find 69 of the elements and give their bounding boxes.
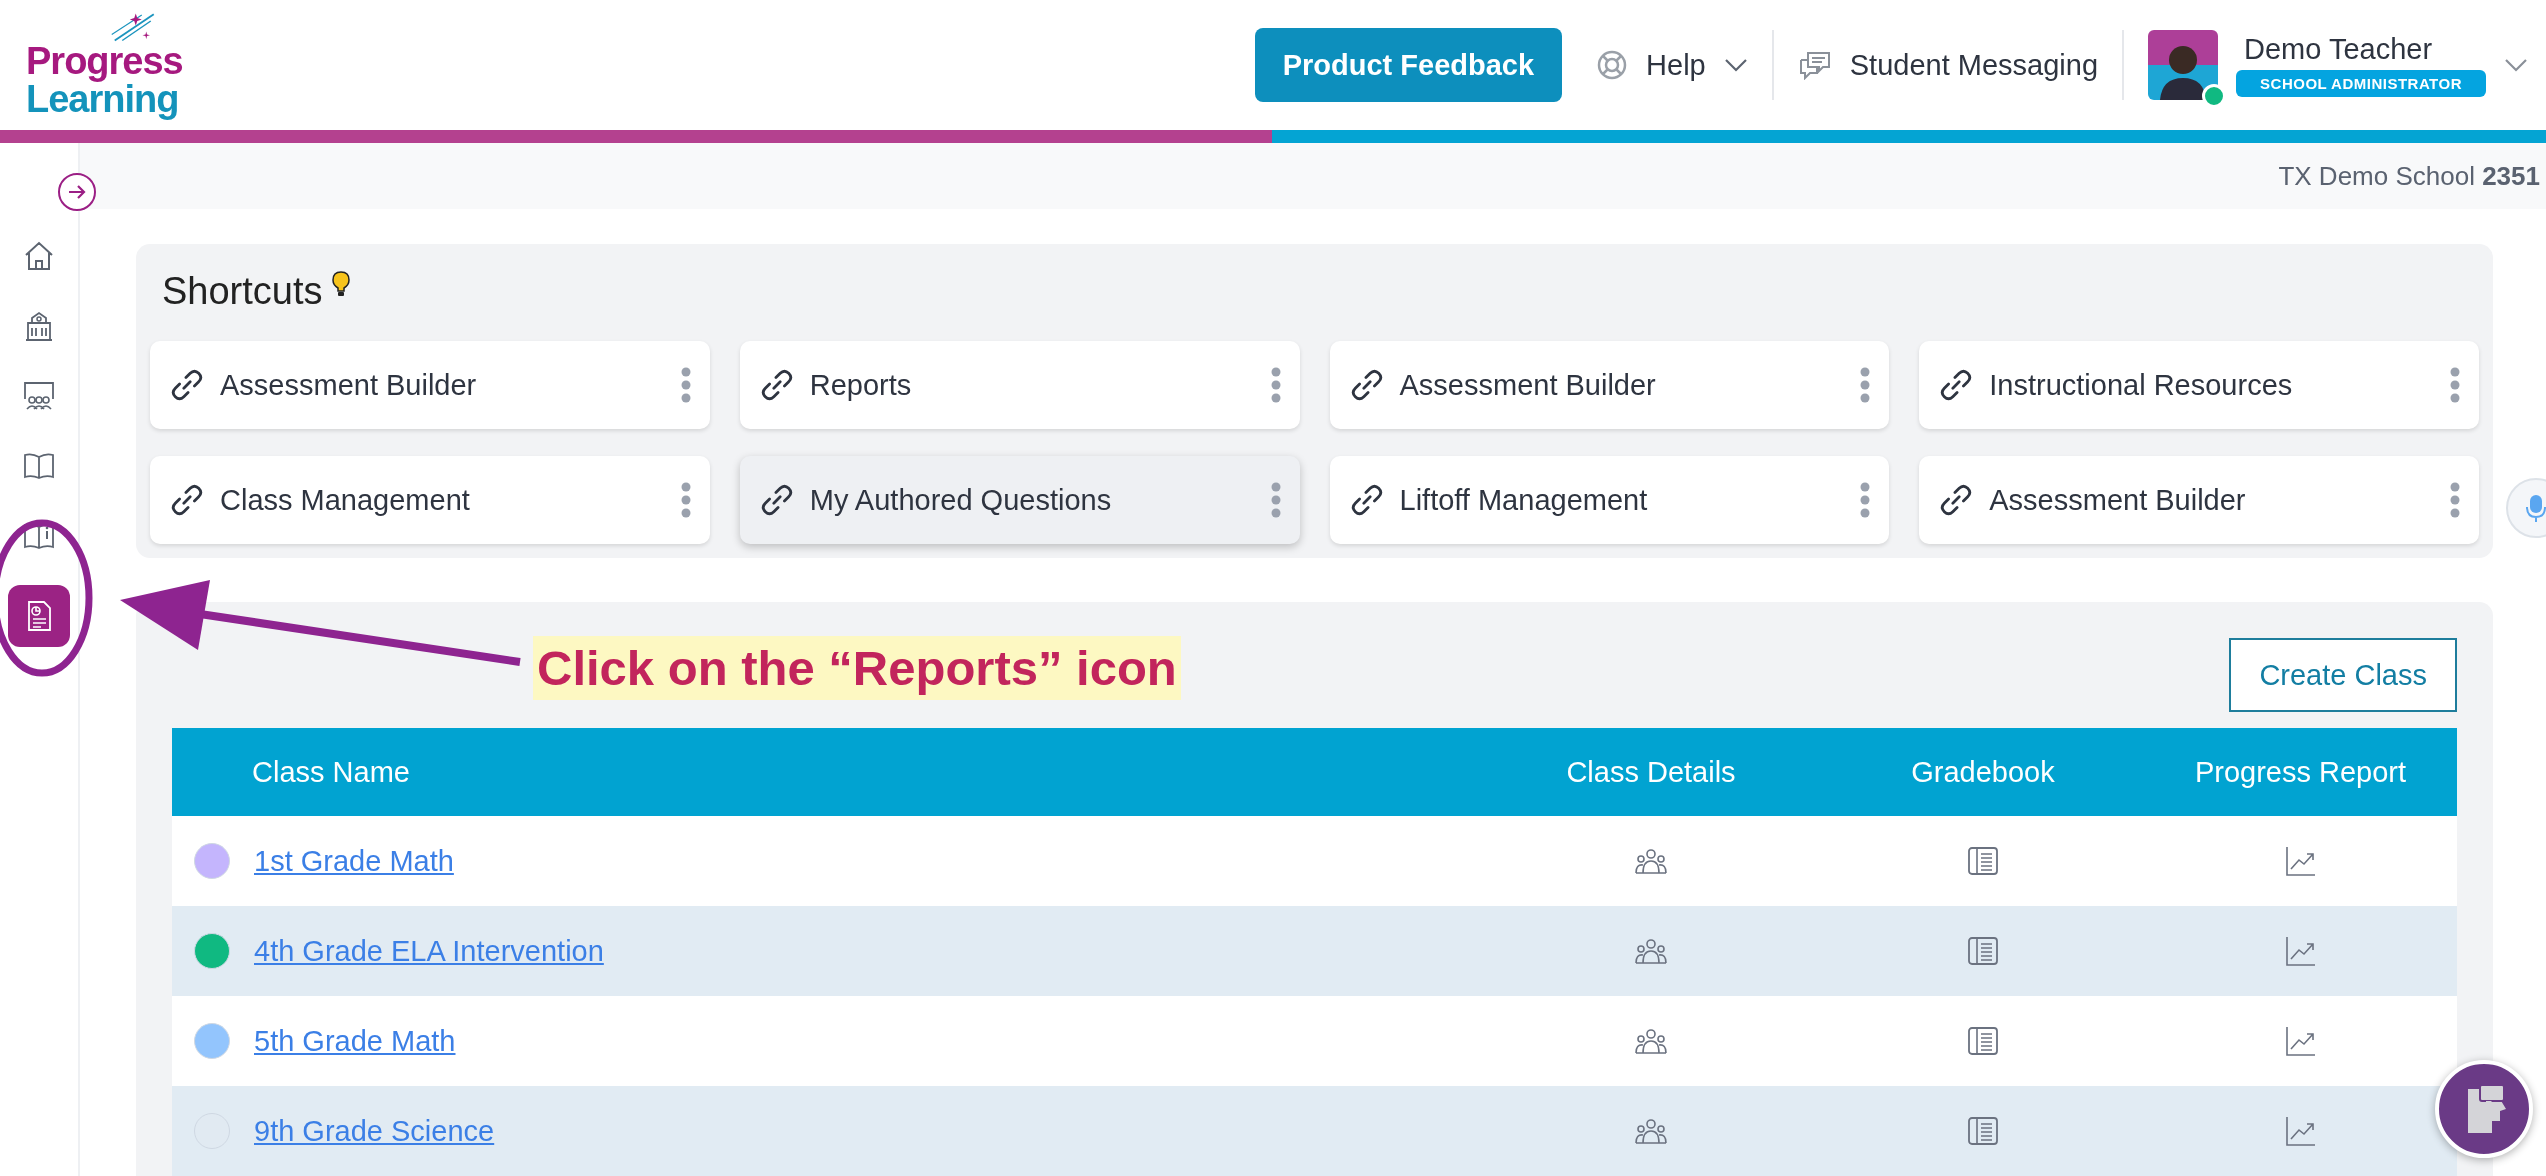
trend-chart-icon[interactable] xyxy=(2284,845,2317,877)
more-options-button[interactable] xyxy=(1859,482,1872,518)
user-name: Demo Teacher xyxy=(2243,33,2433,66)
trend-chart-icon[interactable] xyxy=(2284,1115,2317,1147)
instruction-callout: Click on the “Reports” icon xyxy=(533,636,1181,700)
shortcut-link[interactable]: Class Management xyxy=(170,483,470,517)
chevron-down-icon xyxy=(1723,58,1748,72)
lifebuoy-icon xyxy=(1596,49,1629,81)
student-messaging-button[interactable]: Student Messaging xyxy=(1797,48,2099,82)
link-icon xyxy=(1939,368,1974,402)
shortcut-link[interactable]: Assessment Builder xyxy=(1349,368,1656,402)
logo-text: Progress xyxy=(26,42,183,80)
more-options-button[interactable] xyxy=(1269,367,1282,403)
microphone-icon xyxy=(2526,493,2546,523)
link-icon xyxy=(1349,483,1384,517)
trend-chart-icon[interactable] xyxy=(2284,935,2317,967)
shortcut-link[interactable]: Assessment Builder xyxy=(1939,483,2246,517)
more-options-button[interactable] xyxy=(2449,482,2461,518)
sidebar-nav-item[interactable] xyxy=(8,585,70,647)
kebab-icon xyxy=(1859,367,1872,403)
kebab-icon xyxy=(2449,367,2461,403)
kebab-icon xyxy=(1269,482,1282,518)
more-options-button[interactable] xyxy=(679,367,692,403)
expand-sidebar-button[interactable] xyxy=(58,173,96,211)
column-header: Class Details xyxy=(1565,755,1737,789)
more-options-button[interactable] xyxy=(679,482,692,518)
class-link[interactable]: 5th Grade Math xyxy=(254,1024,456,1058)
people-icon[interactable] xyxy=(1634,847,1668,875)
link-icon xyxy=(170,483,204,517)
link-icon xyxy=(759,368,794,402)
class-link[interactable]: 1st Grade Math xyxy=(254,844,454,878)
chevron-down-icon[interactable] xyxy=(2504,58,2528,72)
gradebook-icon[interactable] xyxy=(1967,1116,1999,1146)
shortcut-link[interactable]: My Authored Questions xyxy=(759,483,1112,517)
role-badge: SCHOOL ADMINISTRATOR xyxy=(2236,70,2486,97)
shortcut-link[interactable]: Assessment Builder xyxy=(170,368,477,402)
shortcut-link[interactable]: Liftoff Management xyxy=(1349,483,1648,517)
avatar-silhouette xyxy=(2148,30,2219,100)
lightbulb-icon xyxy=(330,270,351,298)
more-options-button[interactable] xyxy=(2449,367,2461,403)
gradebook-icon[interactable] xyxy=(1967,936,1999,966)
gradebook-icon[interactable] xyxy=(1967,1026,1999,1056)
product-feedback-button[interactable]: Product Feedback xyxy=(1254,28,1563,102)
link-icon xyxy=(1349,368,1384,402)
link-icon xyxy=(759,483,794,517)
gradebook-icon[interactable] xyxy=(1967,846,1999,876)
column-header: Progress Report xyxy=(2193,755,2408,789)
more-options-button[interactable] xyxy=(1859,367,1872,403)
link-icon xyxy=(170,368,204,402)
people-icon[interactable] xyxy=(1634,1117,1668,1145)
shortcuts-title: Shortcuts xyxy=(162,270,323,313)
school-name: TX Demo School 2351 xyxy=(2278,160,2540,192)
kebab-icon xyxy=(1269,367,1282,403)
help-menu[interactable]: Help xyxy=(1596,48,1748,82)
kebab-icon xyxy=(1859,482,1872,518)
shortcut-link[interactable]: Reports xyxy=(759,368,912,402)
kebab-icon xyxy=(679,367,692,403)
kebab-icon xyxy=(2449,482,2461,518)
create-class-button[interactable]: Create Class xyxy=(2229,638,2457,712)
people-icon[interactable] xyxy=(1634,1027,1668,1055)
people-icon[interactable] xyxy=(1634,937,1668,965)
link-icon xyxy=(1939,483,1974,517)
column-header: Class Name xyxy=(251,755,411,789)
column-header: Gradebook xyxy=(1910,755,2056,789)
kebab-icon xyxy=(679,482,692,518)
shortcut-link[interactable]: Instructional Resources xyxy=(1939,368,2293,402)
chat-bubbles-icon xyxy=(1797,50,1832,80)
more-options-button[interactable] xyxy=(1269,482,1282,518)
trend-chart-icon[interactable] xyxy=(2284,1025,2317,1057)
